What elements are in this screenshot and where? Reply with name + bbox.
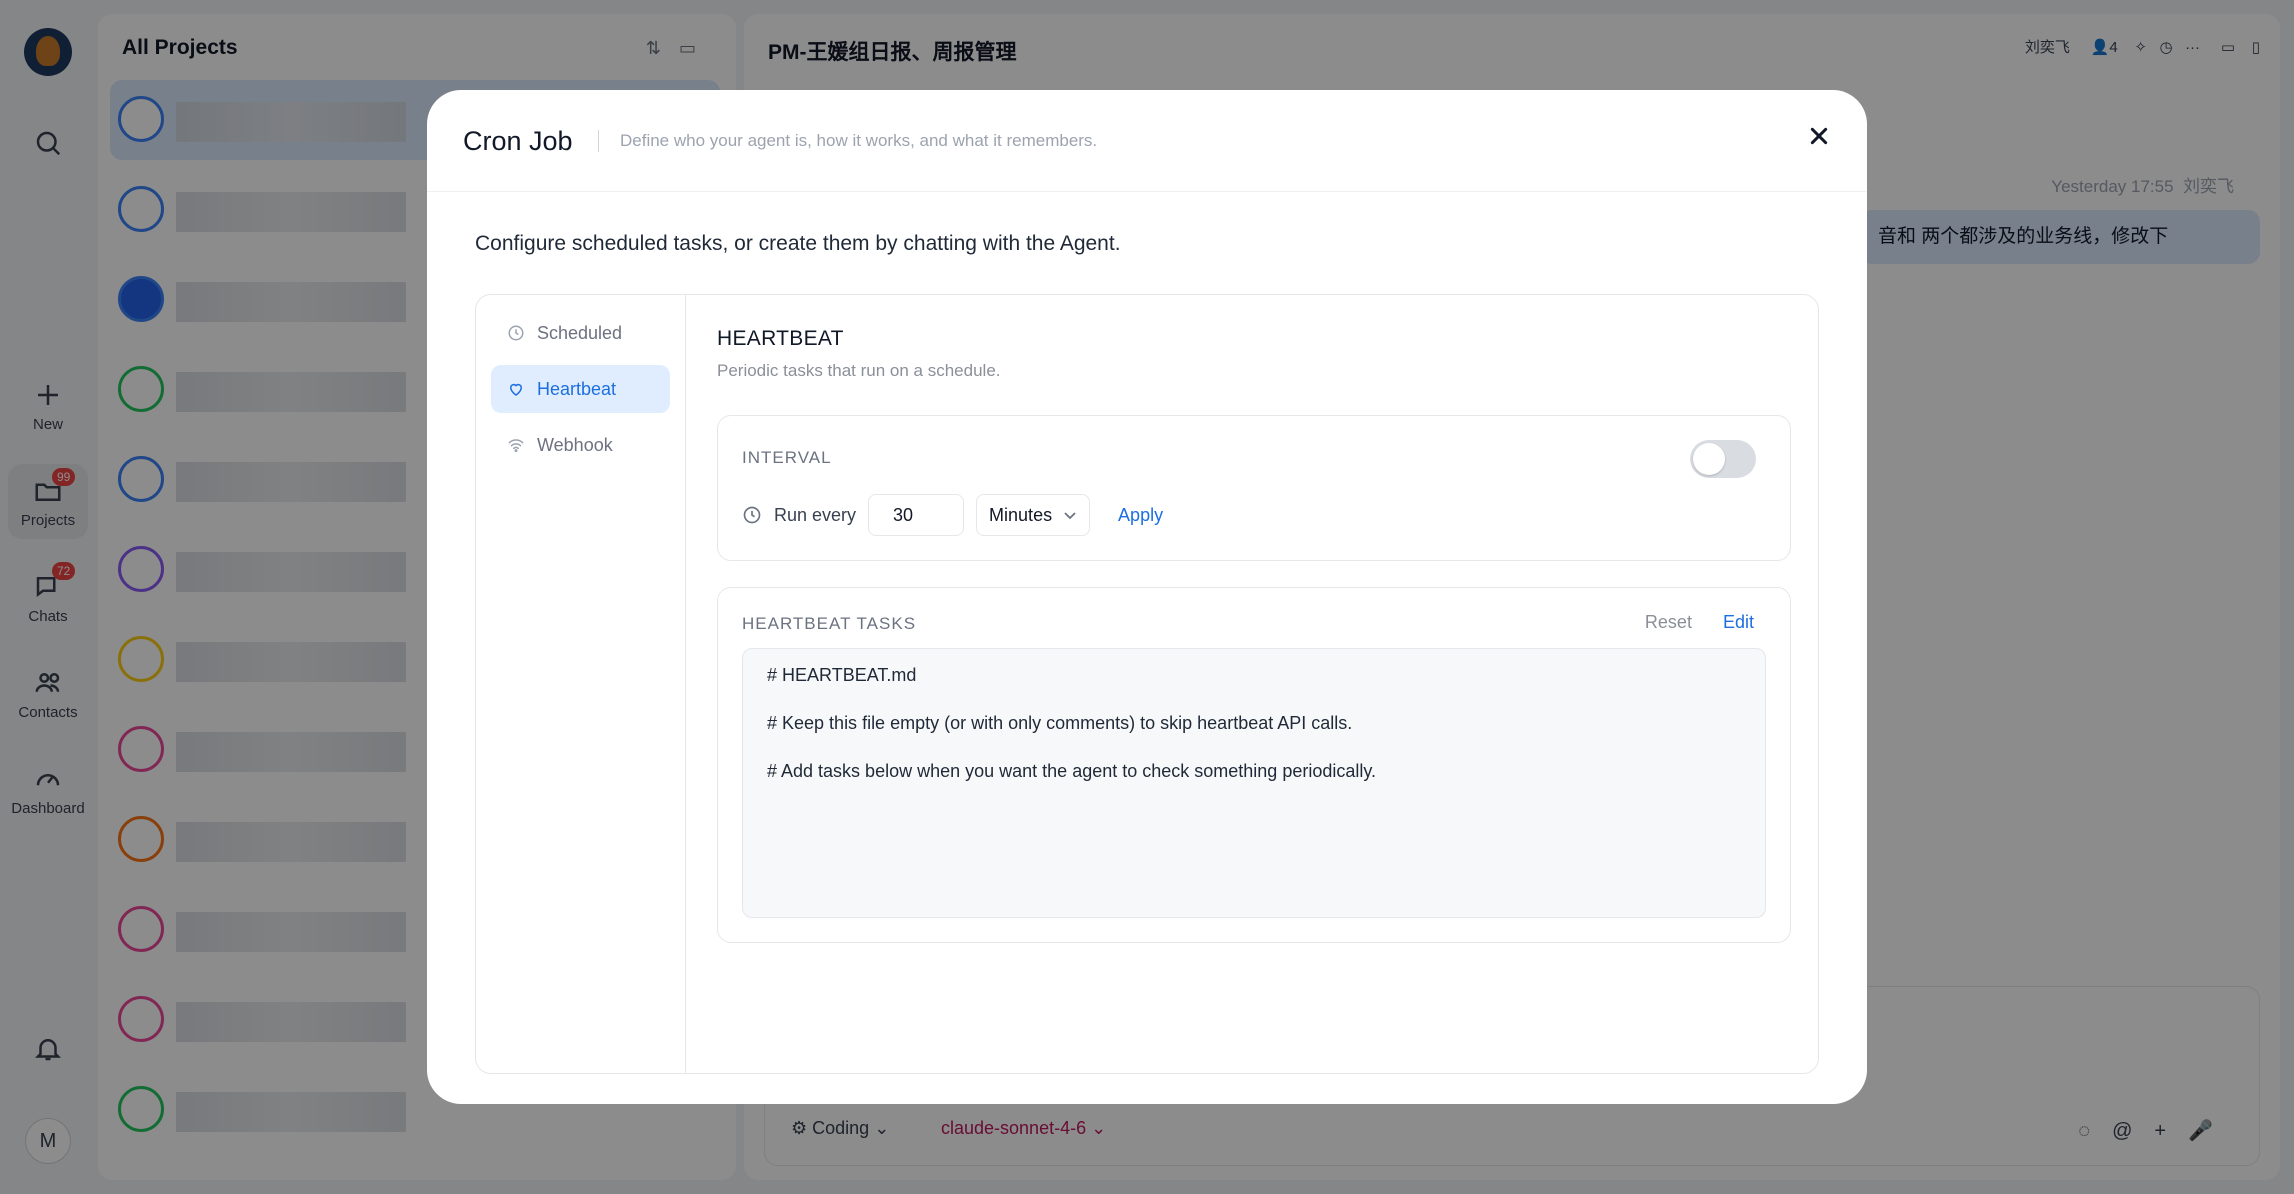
heartbeat-md-content[interactable]: # HEARTBEAT.md # Keep this file empty (o… <box>742 648 1766 918</box>
modal-title: Cron Job <box>463 126 573 156</box>
chevron-down-icon <box>1064 512 1076 520</box>
cron-job-panel: Scheduled Heartbeat Webhook HEARTBEAT Pe… <box>475 294 1819 1074</box>
clock-icon <box>743 506 761 524</box>
nav-webhook-label: Webhook <box>537 434 613 455</box>
modal-subtitle: Define who your agent is, how it works, … <box>620 131 1098 150</box>
heartbeat-content: HEARTBEAT Periodic tasks that run on a s… <box>687 295 1818 1073</box>
modal-intro: Configure scheduled tasks, or create the… <box>475 232 1121 255</box>
tasks-label: HEARTBEAT TASKS <box>742 614 917 633</box>
run-every-row: Run every Minutes Apply <box>742 494 1163 536</box>
title-divider <box>598 130 599 152</box>
reset-button[interactable]: Reset <box>1645 612 1692 632</box>
tasks-actions: Reset Edit <box>1645 612 1754 633</box>
interval-unit-select[interactable]: Minutes <box>976 494 1091 536</box>
run-every-label: Run every <box>774 504 857 525</box>
interval-card: INTERVAL Run every Minutes Apply <box>717 415 1791 561</box>
interval-unit-value: Minutes <box>989 504 1053 525</box>
toggle-knob <box>1693 443 1725 475</box>
cron-nav: Scheduled Heartbeat Webhook <box>476 295 686 1073</box>
section-title: HEARTBEAT <box>717 327 844 350</box>
modal-header: Cron Job Define who your agent is, how i… <box>427 90 1867 192</box>
section-subtitle: Periodic tasks that run on a schedule. <box>717 361 1001 380</box>
interval-value-input[interactable] <box>868 494 965 536</box>
close-icon[interactable] <box>1803 120 1835 152</box>
nav-scheduled[interactable]: Scheduled <box>491 309 670 357</box>
nav-heartbeat[interactable]: Heartbeat <box>491 365 670 413</box>
cron-job-modal: Cron Job Define who your agent is, how i… <box>427 90 1867 1104</box>
md-line: # Add tasks below when you want the agen… <box>767 761 1377 781</box>
wifi-icon <box>508 439 524 453</box>
clock-icon <box>508 325 524 341</box>
apply-button[interactable]: Apply <box>1118 505 1163 526</box>
interval-toggle[interactable] <box>1690 440 1756 478</box>
nav-heartbeat-label: Heartbeat <box>537 378 617 399</box>
nav-scheduled-label: Scheduled <box>537 322 623 343</box>
heartbeat-tasks-card: HEARTBEAT TASKS Reset Edit # HEARTBEAT.m… <box>717 587 1791 943</box>
heart-icon <box>509 383 523 396</box>
md-line: # Keep this file empty (or with only com… <box>767 713 1353 733</box>
interval-label: INTERVAL <box>742 448 832 467</box>
md-line: # HEARTBEAT.md <box>767 665 917 685</box>
nav-webhook[interactable]: Webhook <box>491 421 670 469</box>
edit-button[interactable]: Edit <box>1723 612 1754 632</box>
